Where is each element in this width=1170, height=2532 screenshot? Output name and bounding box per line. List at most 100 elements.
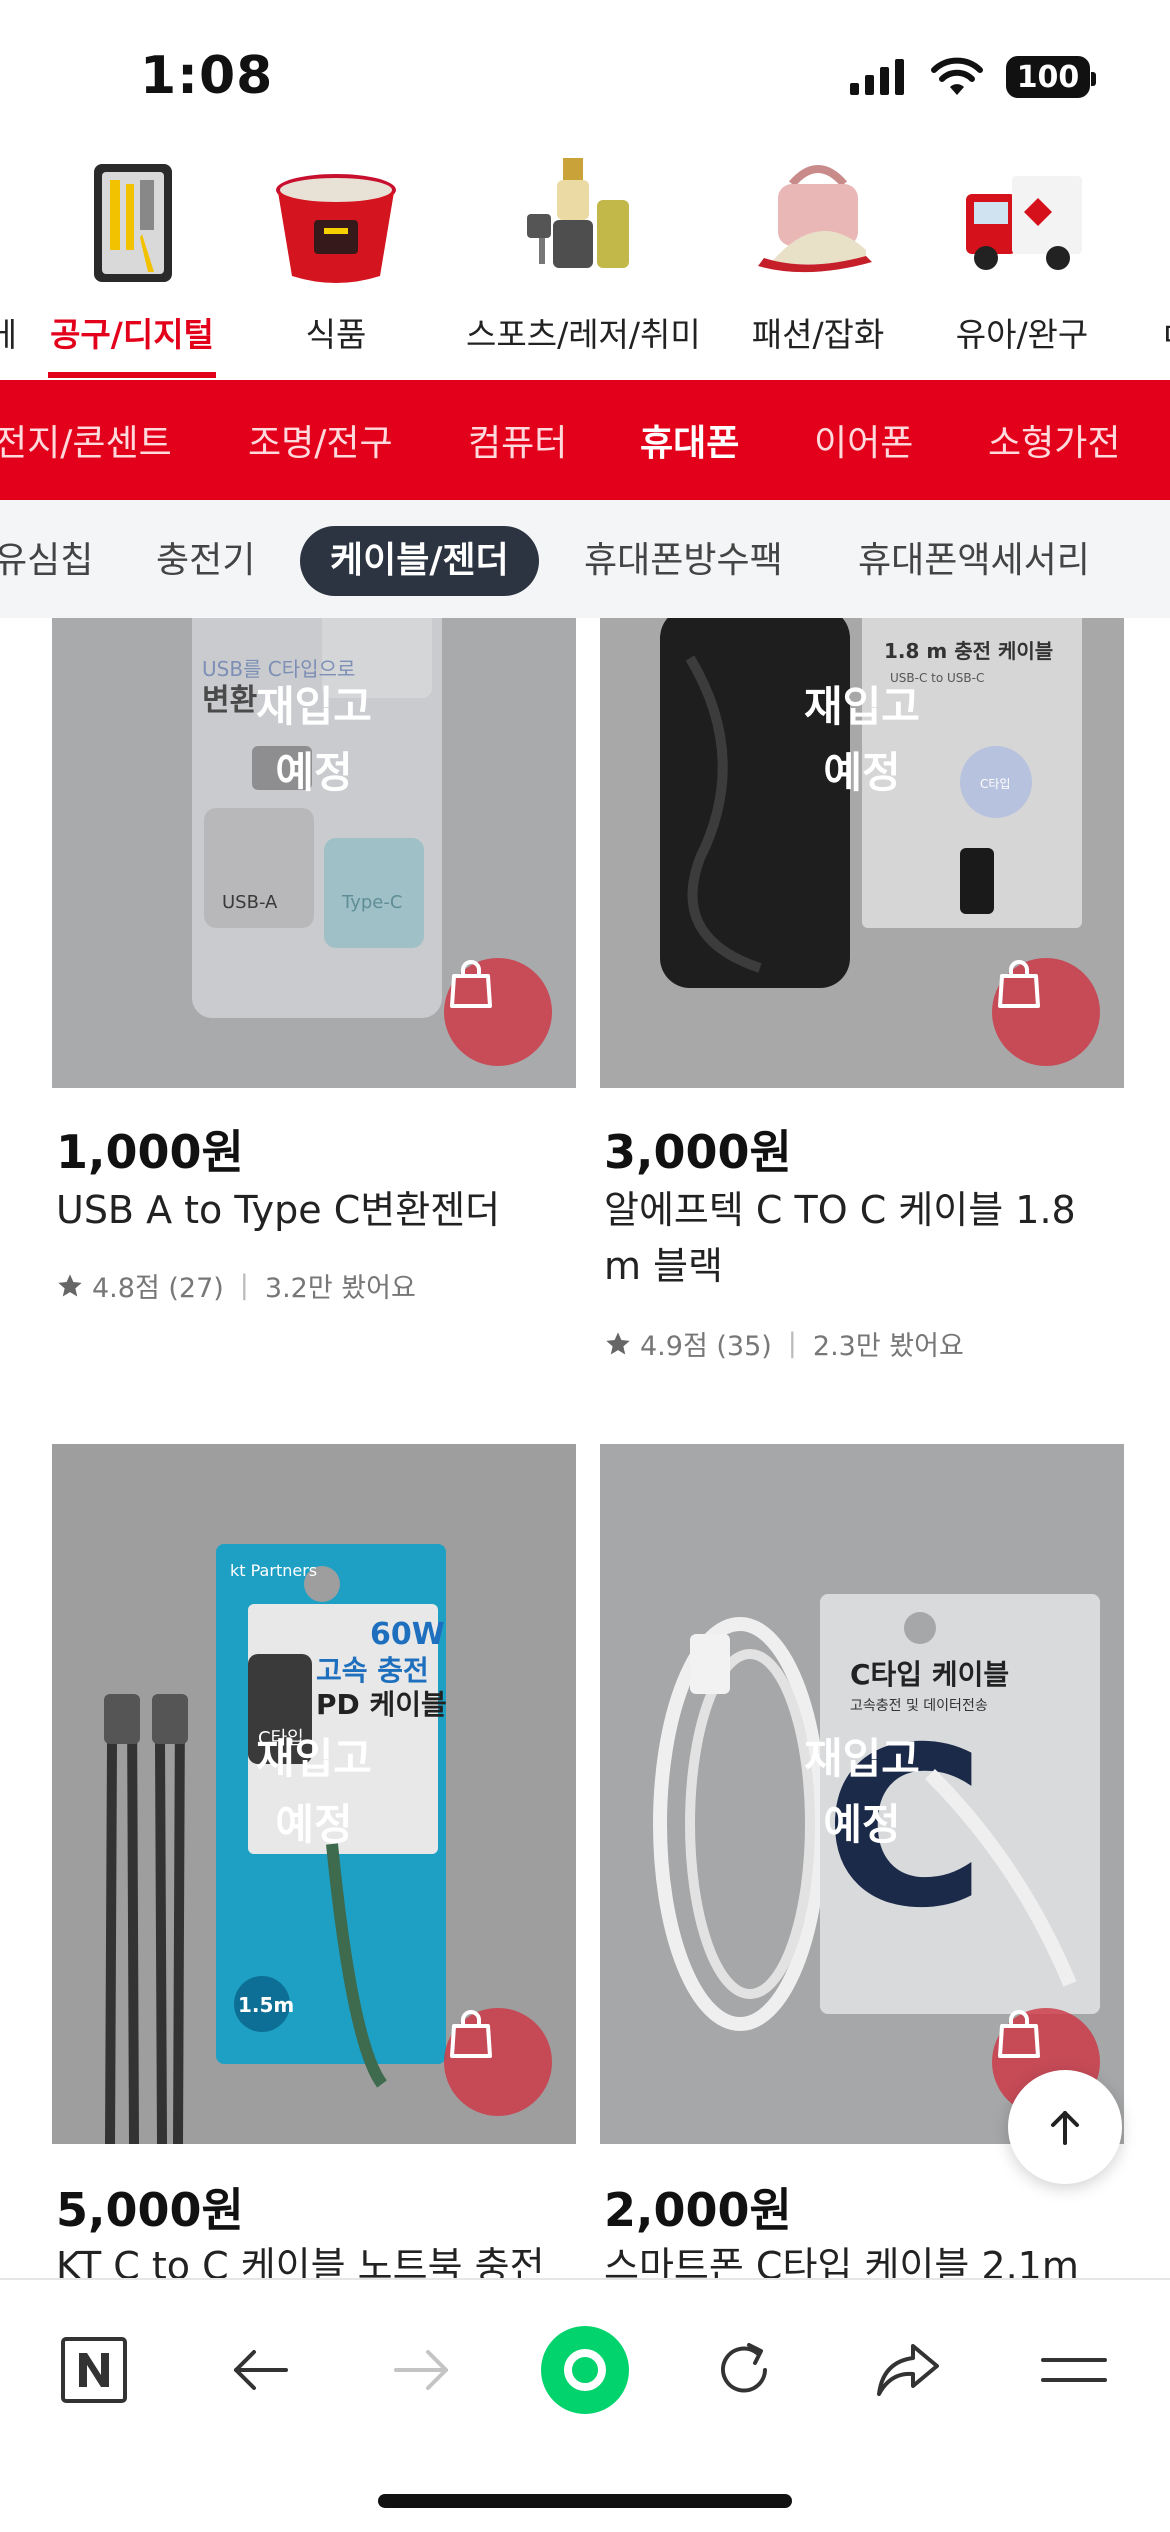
green-dot-button[interactable] [535,2320,635,2420]
product-card[interactable]: kt Partners 60W 고속 충전 PD 케이블 C타입 1.5m 재입… [52,1444,576,2278]
product-name[interactable]: KT C to C 케이블 노트북 충전 [56,2238,576,2278]
image-text: 고속충전 및 데이터전송 [850,1698,988,1714]
toy-truck-thumbnail [966,176,1082,270]
share-icon [877,2344,939,2396]
restock-line2: 예정 [823,748,901,797]
product-grid: USB를 C타입으로 변환 USB-A Type-C 재입고 예정 1,000원… [0,618,1170,2278]
product-name[interactable]: 스마트폰 C타입 케이블 2.1m [604,2238,1124,2278]
restock-badge: 재입고 예정 [600,1726,1124,1858]
green-dot-icon [541,2326,629,2414]
cellular-signal-icon [850,59,904,95]
image-text: USB-A [222,892,278,913]
restock-line2: 예정 [275,748,353,797]
subcategory-mobile-phone[interactable]: 휴대폰 [640,414,739,466]
product-name[interactable]: USB A to Type C변환젠더 [56,1182,576,1238]
share-button[interactable] [858,2320,958,2420]
image-text: PD 케이블 [316,1688,447,1721]
naver-n-icon [61,2337,127,2403]
subcategory-earphone[interactable]: 이어폰 [814,414,913,466]
status-bar: 1:08 100 [0,0,1170,150]
category-label: 스포츠/레저/취미 [466,315,701,354]
back-arrow-icon [234,2350,288,2390]
forward-arrow-icon [394,2350,448,2390]
battery-icon: 100 [1006,56,1096,98]
image-text: 60W [370,1617,445,1652]
star-icon [606,1331,630,1354]
image-text: C타입 케이블 [850,1658,1009,1691]
chip-waterproof-pouch[interactable]: 휴대폰방수팩 [584,526,783,596]
image-text: 고속 충전 [316,1654,429,1687]
restock-line2: 예정 [275,1800,353,1849]
chip-cable-gender[interactable]: 케이블/젠더 [300,526,539,596]
meta-divider: | [239,1270,249,1301]
product-image[interactable]: kt Partners 60W 고속 충전 PD 케이블 C타입 1.5m 재입… [52,1444,576,2144]
back-button[interactable] [210,2320,310,2420]
category-food[interactable]: 식품 [226,150,446,380]
refresh-button[interactable] [694,2320,794,2420]
category-row: ㅔ 공구/디지털 식품 스포츠/레저/취미 패션/잡화 유아/완구 [0,150,1170,380]
filter-chip-bar: 유심칩 충전기 케이블/젠더 휴대폰방수팩 휴대폰액세서리 [0,500,1170,618]
category-tools-digital[interactable]: 공구/디지털 [22,150,242,380]
category-label: 식품 [305,315,367,354]
subcategory-small-appliance[interactable]: 소형가전 [988,414,1120,466]
forward-button[interactable] [372,2320,472,2420]
category-kids-toys[interactable]: 유아/완구 [912,150,1132,380]
product-price: 5,000원 [56,2183,244,2237]
subcategory-bar: 전지/콘센트 조명/전구 컴퓨터 휴대폰 이어폰 소형가전 [0,380,1170,500]
naver-home-button[interactable] [44,2320,144,2420]
add-to-cart-button[interactable] [444,2008,552,2116]
star-icon [58,1273,82,1296]
restock-line1: 재입고 [804,1734,920,1783]
add-to-cart-button[interactable] [992,958,1100,1066]
subcategory-computer[interactable]: 컴퓨터 [468,414,567,466]
shopping-bag-icon [998,2010,1040,2058]
ramen-cup-thumbnail [276,174,396,283]
image-text: 1.5m [238,1993,294,2017]
restock-badge: 재입고 예정 [600,674,1124,806]
image-text: 1.8 m 충전 케이블 [884,639,1053,663]
subcategory-lighting[interactable]: 조명/전구 [248,414,393,466]
category-fashion[interactable]: 패션/잡화 [708,150,928,380]
add-to-cart-button[interactable] [444,958,552,1066]
restock-line1: 재입고 [256,682,372,731]
chip-charger[interactable]: 충전기 [156,526,255,596]
product-price: 2,000원 [604,2183,792,2237]
product-image[interactable]: 1.8 m 충전 케이블 USB-C to USB-C C타입 재입고 예정 [600,618,1124,1088]
restock-badge: 재입고 예정 [52,674,576,806]
camping-lantern-thumbnail [527,158,629,268]
product-card[interactable]: 1.8 m 충전 케이블 USB-C to USB-C C타입 재입고 예정 3… [600,618,1124,1438]
shopping-bag-icon [450,960,492,1008]
meta-divider: | [787,1328,797,1359]
wifi-icon [931,57,983,95]
category-sports[interactable]: 스포츠/레저/취미 [466,150,701,380]
home-indicator [378,2494,792,2508]
image-text: Type-C [341,892,402,913]
restock-line1: 재입고 [804,682,920,731]
subcategory-battery-outlet[interactable]: 전지/콘센트 [0,414,172,466]
shopping-bag-icon [450,2010,492,2058]
browser-toolbar [0,2278,1170,2532]
category-partial-left[interactable]: ㅔ [0,308,22,356]
arrow-up-icon [1051,2111,1079,2145]
category-label: 공구/디지털 [50,315,214,354]
category-partial-right[interactable]: ㅁ [1160,308,1170,356]
product-image[interactable]: USB를 C타입으로 변환 USB-A Type-C 재입고 예정 [52,618,576,1088]
menu-icon [1041,2358,1107,2382]
product-price: 1,000원 [56,1125,244,1179]
restock-line2: 예정 [823,1800,901,1849]
product-meta: 4.8점 (27) | 3.2만 봤어요 [56,1266,416,1305]
category-label: 유아/완구 [955,315,1089,354]
status-icons: 100 [848,56,1096,98]
product-rating: 4.8점 (27) [92,1273,224,1304]
product-image[interactable]: C C타입 케이블 고속충전 및 데이터전송 재입고 예정 [600,1444,1124,2144]
product-meta: 4.9점 (35) | 2.3만 봤어요 [604,1324,964,1363]
product-name[interactable]: 알에프텍 C TO C 케이블 1.8 m 블랙 [604,1182,1124,1294]
chip-phone-accessory[interactable]: 휴대폰액세서리 [858,526,1090,596]
image-text: kt Partners [230,1561,317,1580]
menu-button[interactable] [1024,2320,1124,2420]
chip-usim[interactable]: 유심칩 [0,526,93,596]
scroll-to-top-button[interactable] [1008,2070,1122,2184]
product-card[interactable]: USB를 C타입으로 변환 USB-A Type-C 재입고 예정 1,000원… [52,618,576,1438]
product-price: 3,000원 [604,1125,792,1179]
refresh-icon [721,2343,767,2393]
